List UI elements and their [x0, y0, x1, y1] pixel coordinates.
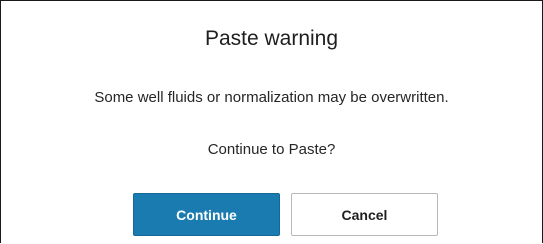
- dialog-question: Continue to Paste?: [207, 141, 336, 158]
- dialog-message: Some well fluids or normalization may be…: [94, 89, 449, 106]
- continue-button[interactable]: Continue: [133, 193, 280, 236]
- paste-warning-dialog: Paste warning Some well fluids or normal…: [0, 0, 543, 243]
- cancel-button[interactable]: Cancel: [291, 193, 438, 236]
- dialog-title: Paste warning: [204, 27, 339, 50]
